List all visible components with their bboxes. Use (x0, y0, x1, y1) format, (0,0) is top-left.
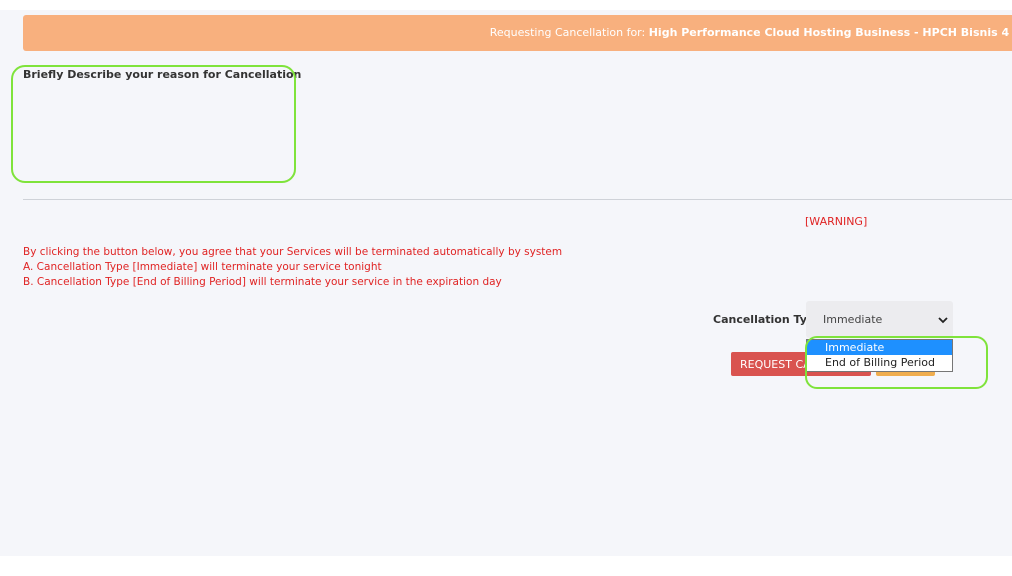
reason-textarea[interactable] (11, 65, 296, 183)
divider (23, 199, 1012, 200)
terms-line: By clicking the button below, you agree … (23, 246, 563, 258)
chevron-down-icon (938, 317, 948, 324)
banner-prefix: Requesting Cancellation for: (489, 26, 646, 39)
cancellation-type-options: Immediate End of Billing Period (806, 339, 953, 372)
selected-value: Immediate (823, 313, 883, 326)
warning-title: [WARNING] (805, 215, 868, 228)
page-content: Requesting Cancellation for: High Perfor… (0, 10, 1012, 556)
banner-product-name: High Performance Cloud Hosting Business … (648, 26, 1012, 39)
cancellation-type-select[interactable]: Immediate (806, 301, 953, 338)
terms-line: A. Cancellation Type [Immediate] will te… (23, 261, 382, 273)
terms-line: B. Cancellation Type [End of Billing Per… (23, 276, 502, 288)
option-immediate[interactable]: Immediate (807, 340, 952, 355)
terms-text: By clicking the button below, you agree … (23, 245, 562, 290)
option-end-of-billing-period[interactable]: End of Billing Period (807, 355, 952, 370)
cancellation-banner: Requesting Cancellation for: High Perfor… (23, 15, 1012, 51)
